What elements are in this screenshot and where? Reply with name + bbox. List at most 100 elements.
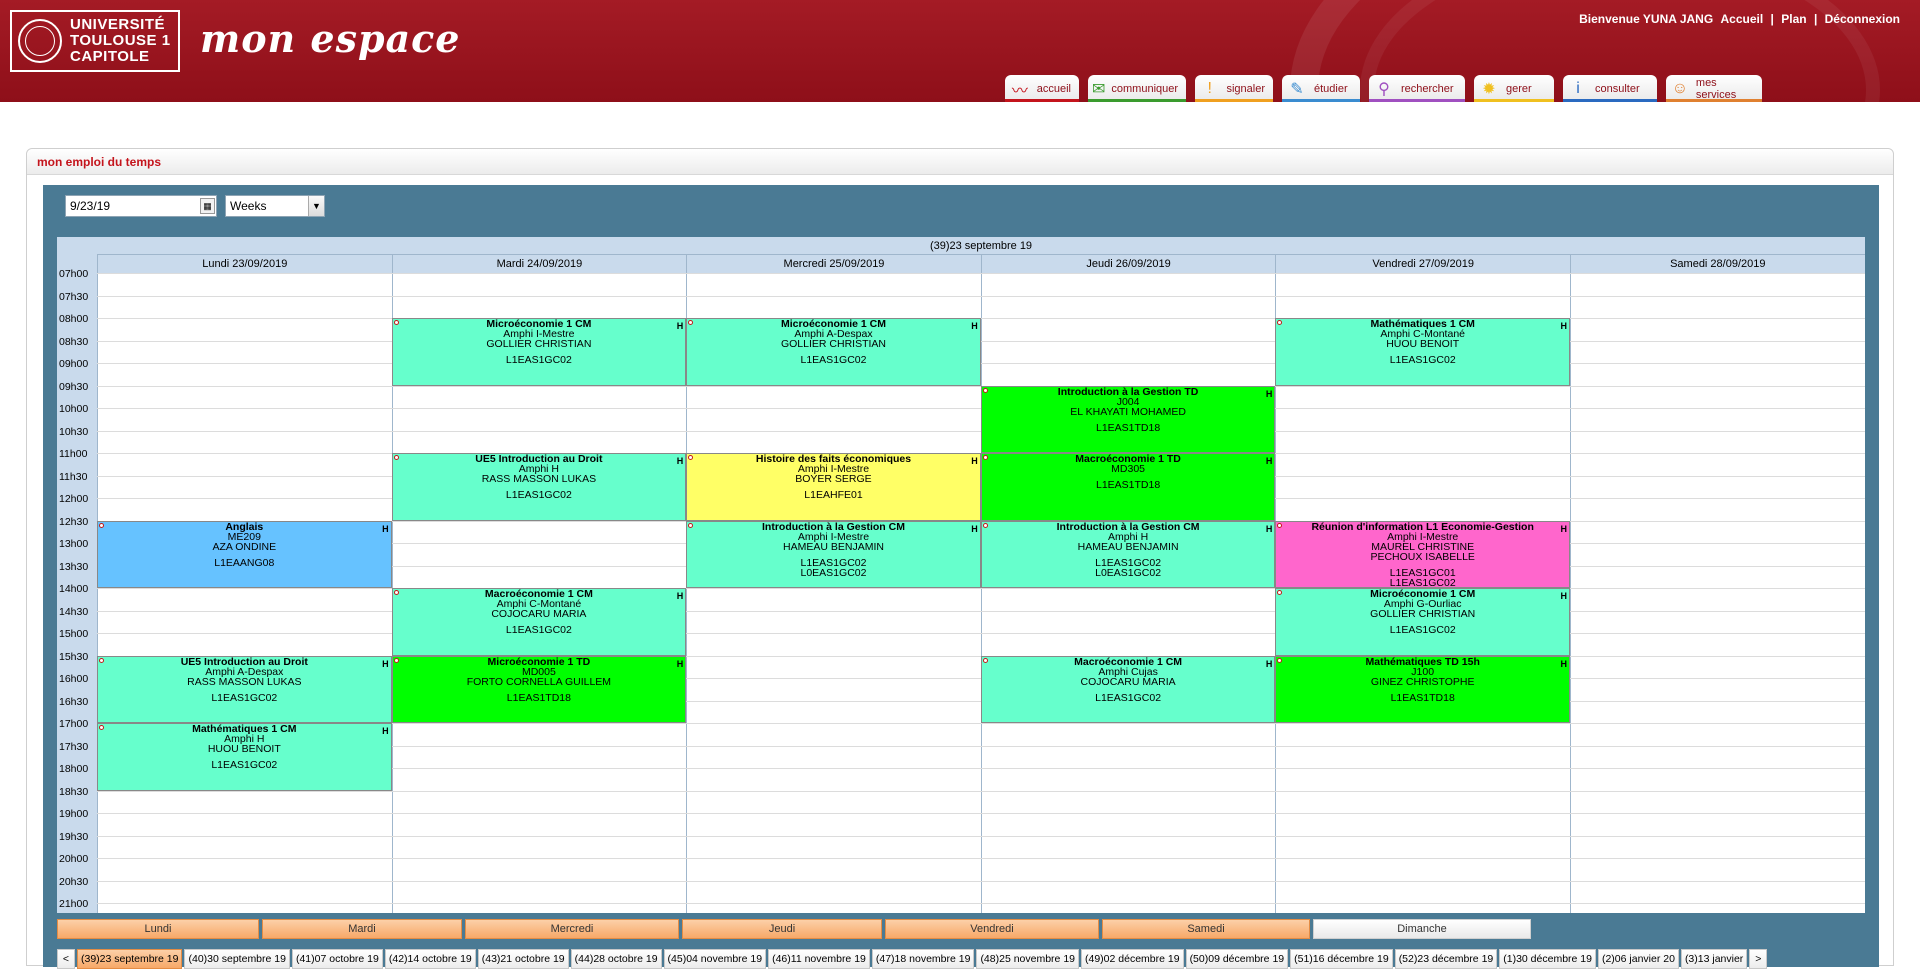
nav-tab-signaler[interactable]: ! signaler xyxy=(1195,75,1273,102)
course-block[interactable]: H Introduction à la Gestion TD J004 EL KHAY… xyxy=(980,385,1276,453)
time-label: 18h00 xyxy=(59,763,89,775)
week-button[interactable]: (45)04 novembre 19 xyxy=(663,949,767,969)
time-label: 10h00 xyxy=(59,403,89,415)
nav-tab-accueil[interactable]: 〰 accueil xyxy=(1005,75,1079,102)
course-detail: HAMEAU BENJAMIN xyxy=(1077,540,1179,553)
time-label: 20h30 xyxy=(59,875,89,888)
chevron-down-icon[interactable]: ▼ xyxy=(308,196,324,216)
course-title: Introduction à la Gestion CM xyxy=(1056,520,1200,533)
course-group: L1EAS1TD18 xyxy=(982,480,1275,491)
course-block[interactable]: H UE5 Introduction au Droit Amphi A-Despax… xyxy=(97,655,392,723)
course-block[interactable]: H UE5 Introduction au Droit Amphi H RASS MA… xyxy=(391,453,687,521)
day-tab-dimanche[interactable]: Dimanche xyxy=(1313,919,1531,939)
week-button[interactable]: (41)07 octobre 19 xyxy=(291,949,383,969)
time-gridline xyxy=(97,318,1865,319)
day-column-divider xyxy=(1570,273,1571,913)
week-next-button[interactable]: > xyxy=(1749,949,1768,969)
week-button[interactable]: (43)21 octobre 19 xyxy=(477,949,569,969)
status-dot-icon xyxy=(1277,657,1283,663)
course-block[interactable]: H Introduction à la Gestion CM Amphi I-Mes… xyxy=(686,520,981,588)
course-group: L1EAS1GC02 xyxy=(393,624,686,636)
calendar-icon[interactable]: ▦ xyxy=(200,198,215,214)
week-button[interactable]: (42)14 octobre 19 xyxy=(384,949,476,969)
day-tab-lundi[interactable]: Lundi xyxy=(57,919,259,939)
nav-tab-communiquer[interactable]: ✉ communiquer xyxy=(1088,75,1186,102)
course-block[interactable]: H Histoire des faits économiques Amphi I-M… xyxy=(686,453,981,521)
course-block[interactable]: H Mathématiques 1 CM Amphi C-Montané HUOU B… xyxy=(1275,318,1570,386)
course-block[interactable]: H Mathématiques TD 15h J100 GINEZ CHRISTOPH… xyxy=(1275,655,1570,723)
course-detail: Amphi A-Despax xyxy=(205,665,284,678)
course-block[interactable]: H Microéconomie 1 TD MD005 FORTO CORNELLA G… xyxy=(391,655,687,723)
day-tab-mardi[interactable]: Mardi xyxy=(262,919,462,939)
course-group: L1EAS1GC02 xyxy=(687,355,980,366)
course-group: L1EAS1TD18 xyxy=(982,422,1275,433)
nav-tab-mes-services[interactable]: ☺ mes services xyxy=(1666,75,1762,102)
course-detail: COJOCARU MARIA xyxy=(491,608,587,620)
course-detail: MD005 xyxy=(521,665,556,678)
course-detail: COJOCARU MARIA xyxy=(1080,675,1176,688)
course-detail: MAUREL CHRISTINE xyxy=(1371,540,1475,553)
course-block[interactable]: H Microéconomie 1 CM Amphi G-Ourliac GOLLIE… xyxy=(1275,588,1570,656)
hourglass-icon: H xyxy=(971,321,978,331)
course-group: L1EAANG08 xyxy=(98,557,391,568)
week-button[interactable]: (44)28 octobre 19 xyxy=(570,949,662,969)
course-block[interactable]: H Macroéconomie 1 CM Amphi C-Montané COJOCA… xyxy=(391,588,687,656)
course-block[interactable]: H Mathématiques 1 CM Amphi H HUOU BENOIT L1E… xyxy=(97,723,392,791)
university-logo[interactable]: UNIVERSITÉ TOULOUSE 1 CAPITOLE xyxy=(10,10,180,72)
nav-tab-gerer[interactable]: ✹ gerer xyxy=(1474,75,1554,102)
week-button[interactable]: (47)18 novembre 19 xyxy=(871,949,975,969)
day-headers: Lundi 23/09/2019 Mardi 24/09/2019 Mercredi… xyxy=(97,255,1865,273)
info-icon: i xyxy=(1576,79,1580,97)
day-filter-tabs: Lundi Mardi Mercredi Jeudi Vendredi Samedi Dim… xyxy=(57,919,1865,939)
course-block[interactable]: H Macroéconomie 1 CM Amphi Cujas COJOCARU M… xyxy=(980,655,1276,723)
day-tab-vendredi[interactable]: Vendredi xyxy=(885,919,1099,939)
nav-tab-étudier[interactable]: ✎ étudier xyxy=(1282,75,1360,102)
time-label: 13h30 xyxy=(59,560,89,573)
link-plan[interactable]: Plan xyxy=(1781,12,1806,26)
course-block[interactable]: H Microéconomie 1 CM Amphi I-Mestre GOLLIER… xyxy=(391,318,687,386)
week-button[interactable]: (48)25 novembre 19 xyxy=(976,949,1079,969)
logo-line-2: TOULOUSE 1 xyxy=(70,32,171,49)
time-gridline xyxy=(97,813,1865,814)
week-button[interactable]: (50)09 décembre 19 xyxy=(1185,949,1289,969)
panel-title: mon emploi du temps xyxy=(27,149,1893,175)
course-block[interactable]: H Anglais ME209 AZA ONDINE L1EAANG08 xyxy=(97,520,392,588)
course-block[interactable]: H Réunion d'information L1 Economie-Gesti… xyxy=(1275,520,1570,588)
link-deconnexion[interactable]: Déconnexion xyxy=(1825,12,1900,26)
course-block[interactable]: H Macroéconomie 1 TD MD305 L1EAS1TD18 xyxy=(980,453,1276,521)
day-tab-jeudi[interactable]: Jeudi xyxy=(682,919,882,939)
nav-tab-label: signaler xyxy=(1226,82,1265,95)
week-button[interactable]: (52)23 décembre 19 xyxy=(1394,949,1498,969)
week-button[interactable]: (39)23 septembre 19 xyxy=(77,949,183,969)
day-tab-samedi[interactable]: Samedi xyxy=(1102,919,1310,939)
course-block[interactable]: H Introduction à la Gestion CM Amphi H HAME… xyxy=(980,520,1276,588)
course-detail: PECHOUX ISABELLE xyxy=(1370,550,1475,563)
week-button[interactable]: (3)13 janvier xyxy=(1680,949,1748,969)
week-button[interactable]: (1)30 décembre 19 xyxy=(1499,949,1596,969)
hourglass-icon: H xyxy=(676,321,684,331)
group-code: L1EAS1GC02 xyxy=(800,556,867,569)
link-accueil[interactable]: Accueil xyxy=(1721,12,1764,26)
week-button[interactable]: (40)30 septembre 19 xyxy=(184,949,290,969)
nav-tab-label: rechercher xyxy=(1401,82,1454,95)
course-detail: GOLLIER CHRISTIAN xyxy=(1370,608,1476,620)
date-input[interactable]: 9/23/19 ▦ xyxy=(65,195,217,217)
group-code: L1EAS1GC02 xyxy=(505,624,572,636)
nav-tab-label: communiquer xyxy=(1111,82,1179,95)
nav-tab-rechercher[interactable]: ⚲ rechercher xyxy=(1369,75,1465,102)
time-label: 18h30 xyxy=(59,785,89,798)
day-tab-mercredi[interactable]: Mercredi xyxy=(465,919,679,939)
course-title: Macroéconomie 1 CM xyxy=(1074,655,1183,668)
group-code: L1EAS1GC02 xyxy=(1389,354,1456,366)
week-button[interactable]: (2)06 janvier 20 xyxy=(1597,949,1679,969)
group-code: L1EAS1GC02 xyxy=(1389,624,1456,636)
week-button[interactable]: (51)16 décembre 19 xyxy=(1290,949,1393,969)
nav-tab-consulter[interactable]: i consulter xyxy=(1563,75,1657,102)
week-button[interactable]: (46)11 novembre 19 xyxy=(768,949,870,969)
week-button[interactable]: (49)02 décembre 19 xyxy=(1081,949,1184,969)
course-group: L1EAS1GC02 xyxy=(393,490,686,501)
course-block[interactable]: H Microéconomie 1 CM Amphi A-Despax GOLLIER… xyxy=(686,318,981,386)
view-select[interactable]: Weeks ▼ xyxy=(225,195,325,217)
week-prev-button[interactable]: < xyxy=(57,949,75,969)
course-group: L1EAS1GC02 xyxy=(1276,354,1569,366)
